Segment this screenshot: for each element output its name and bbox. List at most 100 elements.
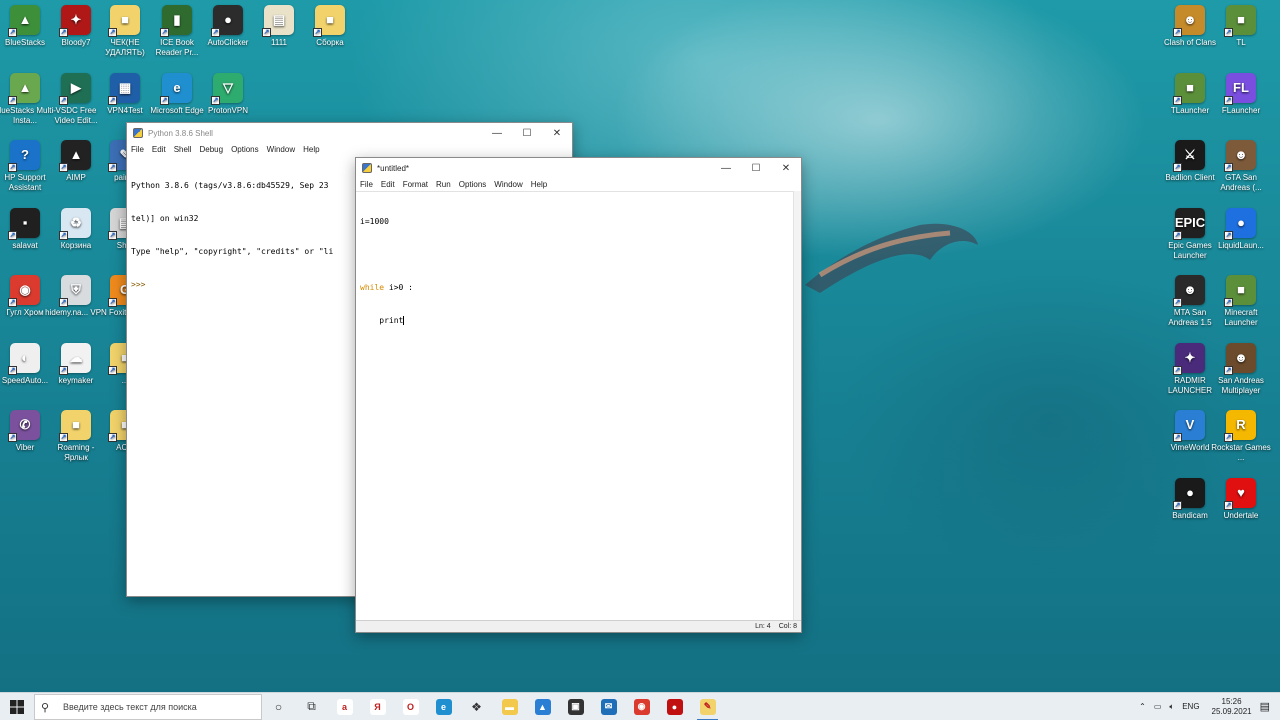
- app-glyph: ♥: [1237, 484, 1245, 500]
- editor-menu-help[interactable]: Help: [531, 180, 547, 189]
- app-glyph: ■: [121, 12, 129, 27]
- desktop-icon-label: TL: [1236, 38, 1246, 47]
- desktop-icon[interactable]: ■ ↗ Сборка: [299, 2, 361, 48]
- idle-icon[interactable]: ✎: [691, 693, 724, 720]
- shell-menu-file[interactable]: File: [131, 145, 144, 154]
- desktop-icon[interactable]: ☻ ↗ San Andreas Multiplayer: [1210, 340, 1272, 396]
- desktop-icon-label: ProtonVPN: [207, 106, 249, 115]
- taskbar-app-glyph: ⧉: [307, 699, 316, 713]
- close-icon[interactable]: ✕: [771, 158, 801, 178]
- opera-icon[interactable]: O: [394, 693, 427, 720]
- code-text: i>0 :: [384, 283, 413, 292]
- status-line: Ln: 4: [755, 623, 771, 630]
- app-icon: ? ↗: [8, 140, 40, 172]
- start-button[interactable]: [0, 693, 34, 720]
- edge-icon[interactable]: e: [427, 693, 460, 720]
- editor-menu-run[interactable]: Run: [436, 180, 451, 189]
- app-glyph: V: [1185, 417, 1195, 432]
- network-icon[interactable]: ▭: [1154, 702, 1162, 711]
- app-glyph: ♻: [70, 214, 82, 230]
- app-icon: ● ↗: [1173, 477, 1205, 510]
- vertical-scrollbar[interactable]: [793, 191, 801, 620]
- editor-menu-format[interactable]: Format: [403, 180, 428, 189]
- shell-menu-options[interactable]: Options: [231, 145, 259, 154]
- shortcut-arrow-icon: ↗: [8, 365, 17, 375]
- code-text: print: [360, 316, 404, 325]
- cortana-icon[interactable]: ○: [262, 693, 295, 720]
- shortcut-arrow-icon: ↗: [108, 365, 117, 375]
- app-glyph: ✦: [70, 12, 82, 27]
- editor-titlebar[interactable]: *untitled* — ☐ ✕: [356, 158, 801, 178]
- desktop-icon[interactable]: R ↗ Rockstar Games ...: [1210, 407, 1272, 463]
- app-glyph: ▲: [69, 147, 83, 162]
- taskbar-app-glyph: Я: [369, 698, 386, 715]
- app-icon: ▲ ↗: [8, 73, 40, 105]
- desktop-icon[interactable]: ● ↗ LiquidLaun...: [1210, 205, 1272, 251]
- taskbar-search[interactable]: ⚲ Введите здесь текст для поиска: [34, 693, 262, 720]
- notifications-icon[interactable]: ▤: [1260, 700, 1270, 713]
- desktop-icon[interactable]: FL ↗ FLauncher: [1210, 70, 1272, 116]
- shortcut-arrow-icon: ↗: [59, 433, 68, 442]
- app-icon: ☻ ↗: [1224, 342, 1256, 375]
- editor-menu-window[interactable]: Window: [494, 180, 522, 189]
- explorer-icon[interactable]: ▬: [493, 693, 526, 720]
- store-icon[interactable]: ▣: [559, 693, 592, 720]
- maximize-icon[interactable]: ☐: [512, 123, 542, 143]
- desktop-icon[interactable]: ■ ↗ Minecraft Launcher: [1210, 272, 1272, 328]
- minimize-icon[interactable]: —: [482, 123, 512, 143]
- app-icon: EPIC ↗: [1173, 207, 1205, 240]
- desktop-icon[interactable]: ■ ↗ TL: [1210, 2, 1272, 48]
- app-glyph: ⚔: [1184, 147, 1196, 162]
- shell-menu-debug[interactable]: Debug: [199, 145, 223, 154]
- editor-menu-file[interactable]: File: [360, 180, 373, 189]
- shortcut-arrow-icon: ↗: [1224, 433, 1233, 442]
- language-indicator[interactable]: ENG: [1182, 702, 1199, 711]
- task-view-icon[interactable]: ⧉: [295, 693, 328, 720]
- desktop-icon[interactable]: ☻ ↗ GTA San Andreas (...: [1210, 137, 1272, 193]
- yandex-icon[interactable]: Я: [361, 693, 394, 720]
- app-glyph: FL: [1233, 79, 1249, 95]
- desktop-icon-label: Undertale: [1223, 510, 1259, 520]
- shortcut-arrow-icon: ↗: [1173, 500, 1182, 510]
- photos-icon[interactable]: ▲: [526, 693, 559, 720]
- mail-icon[interactable]: ✉: [592, 693, 625, 720]
- code-editor[interactable]: i=1000 while i>0 : print: [356, 191, 801, 350]
- desktop-icon-label: Rockstar Games ...: [1211, 443, 1271, 462]
- desktop-icon[interactable]: ▽ ↗ ProtonVPN: [197, 70, 259, 116]
- editor-menu-options[interactable]: Options: [459, 180, 487, 189]
- app-glyph: ■: [1237, 282, 1245, 297]
- minimize-icon[interactable]: —: [711, 158, 741, 178]
- taskbar-app-glyph: ❖: [471, 699, 482, 714]
- editor-menu-edit[interactable]: Edit: [381, 180, 395, 189]
- sticky-app-icon[interactable]: a: [328, 693, 361, 720]
- app-icon: ⚔ ↗: [1173, 140, 1205, 172]
- clock[interactable]: 15:26 25.09.2021: [1212, 697, 1252, 717]
- app-icon: ☻ ↗: [1173, 5, 1205, 37]
- chrome-icon[interactable]: ◉: [625, 693, 658, 720]
- shell-menu-help[interactable]: Help: [303, 145, 319, 154]
- shell-menu-edit[interactable]: Edit: [152, 145, 166, 154]
- app-glyph: ▲: [18, 80, 32, 95]
- status-col: Col: 8: [778, 623, 797, 630]
- shortcut-arrow-icon: ↗: [8, 28, 17, 37]
- shortcut-arrow-icon: ↗: [211, 96, 220, 105]
- app-glyph: ☻: [1234, 147, 1248, 162]
- dropbox-icon[interactable]: ❖: [460, 693, 493, 720]
- desktop-icon[interactable]: ♥ ↗ Undertale: [1210, 475, 1272, 521]
- volume-icon[interactable]: 🔈︎: [1169, 702, 1174, 712]
- shell-menu-window[interactable]: Window: [267, 145, 295, 154]
- close-icon[interactable]: ✕: [542, 123, 572, 143]
- maximize-icon[interactable]: ☐: [741, 158, 771, 178]
- app-glyph: ▮: [173, 12, 181, 27]
- shell-output[interactable]: Python 3.8.6 (tags/v3.8.6:db45529, Sep 2…: [127, 156, 355, 314]
- tray-chevron-icon[interactable]: ⌃: [1139, 702, 1146, 711]
- app-icon: FL ↗: [1224, 72, 1256, 105]
- app-glyph: ●: [1186, 484, 1194, 500]
- idle-editor-window[interactable]: *untitled* — ☐ ✕ File Edit Format Run Op…: [355, 157, 802, 633]
- bandicam-icon[interactable]: ●: [658, 693, 691, 720]
- shell-menu-shell[interactable]: Shell: [174, 145, 192, 154]
- app-glyph: ▪: [22, 214, 28, 230]
- app-icon: ▽ ↗: [211, 73, 243, 105]
- app-glyph: ✆: [19, 417, 31, 432]
- shell-titlebar[interactable]: Python 3.8.6 Shell — ☐ ✕: [127, 123, 572, 143]
